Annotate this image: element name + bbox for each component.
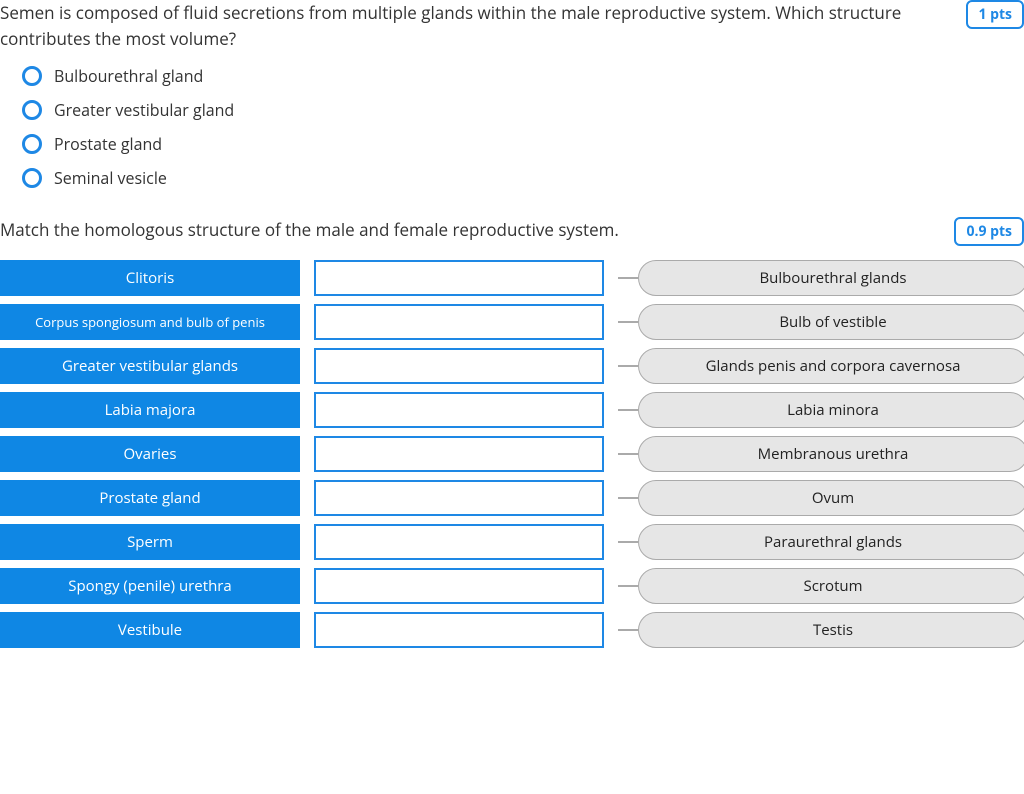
option-label: Prostate gland: [54, 133, 162, 155]
match-drop-target[interactable]: [314, 524, 604, 560]
match-term[interactable]: Labia majora: [0, 392, 300, 428]
match-answer-wrap: Bulbourethral glands: [618, 260, 1024, 296]
match-answer-wrap: Testis: [618, 612, 1024, 648]
match-answer-wrap: Labia minora: [618, 392, 1024, 428]
match-term[interactable]: Spongy (penile) urethra: [0, 568, 300, 604]
connector-line: [618, 453, 638, 455]
option-greater-vestibular[interactable]: Greater vestibular gland: [22, 99, 1024, 121]
q2-points-badge: 0.9 pts: [954, 217, 1024, 246]
connector-line: [618, 541, 638, 543]
match-drop-target[interactable]: [314, 260, 604, 296]
match-drop-target[interactable]: [314, 612, 604, 648]
connector-line: [618, 321, 638, 323]
connector-line: [618, 277, 638, 279]
match-answer[interactable]: Labia minora: [638, 392, 1024, 428]
match-drop-target[interactable]: [314, 348, 604, 384]
match-term[interactable]: Vestibule: [0, 612, 300, 648]
option-bulbourethral[interactable]: Bulbourethral gland: [22, 65, 1024, 87]
match-answer[interactable]: Paraurethral glands: [638, 524, 1024, 560]
match-drop-target[interactable]: [314, 480, 604, 516]
match-grid: Clitoris Bulbourethral glands Corpus spo…: [0, 260, 1024, 648]
match-term[interactable]: Ovaries: [0, 436, 300, 472]
match-answer[interactable]: Ovum: [638, 480, 1024, 516]
question-2: Match the homologous structure of the ma…: [0, 217, 1024, 648]
match-answer-wrap: Membranous urethra: [618, 436, 1024, 472]
option-label: Greater vestibular gland: [54, 99, 234, 121]
q1-points-badge: 1 pts: [966, 0, 1024, 29]
match-answer[interactable]: Testis: [638, 612, 1024, 648]
option-prostate[interactable]: Prostate gland: [22, 133, 1024, 155]
match-answer[interactable]: Scrotum: [638, 568, 1024, 604]
match-drop-target[interactable]: [314, 568, 604, 604]
radio-icon: [22, 66, 42, 86]
match-drop-target[interactable]: [314, 304, 604, 340]
match-drop-target[interactable]: [314, 392, 604, 428]
connector-line: [618, 497, 638, 499]
option-seminal-vesicle[interactable]: Seminal vesicle: [22, 167, 1024, 189]
match-answer-wrap: Glands penis and corpora cavernosa: [618, 348, 1024, 384]
match-term[interactable]: Sperm: [0, 524, 300, 560]
radio-icon: [22, 168, 42, 188]
match-term[interactable]: Clitoris: [0, 260, 300, 296]
radio-icon: [22, 134, 42, 154]
match-answer-wrap: Ovum: [618, 480, 1024, 516]
q2-text: Match the homologous structure of the ma…: [0, 217, 938, 243]
match-answer[interactable]: Membranous urethra: [638, 436, 1024, 472]
match-answer-wrap: Scrotum: [618, 568, 1024, 604]
question-1: Semen is composed of fluid secretions fr…: [0, 0, 1024, 189]
match-term[interactable]: Prostate gland: [0, 480, 300, 516]
q1-header: Semen is composed of fluid secretions fr…: [0, 0, 1024, 51]
connector-line: [618, 365, 638, 367]
radio-icon: [22, 100, 42, 120]
option-label: Bulbourethral gland: [54, 65, 203, 87]
match-term[interactable]: Corpus spongiosum and bulb of penis: [0, 304, 300, 340]
q2-header: Match the homologous structure of the ma…: [0, 217, 1024, 246]
match-term[interactable]: Greater vestibular glands: [0, 348, 300, 384]
connector-line: [618, 585, 638, 587]
match-answer[interactable]: Bulbourethral glands: [638, 260, 1024, 296]
q1-options: Bulbourethral gland Greater vestibular g…: [0, 65, 1024, 189]
match-answer-wrap: Paraurethral glands: [618, 524, 1024, 560]
connector-line: [618, 409, 638, 411]
match-answer[interactable]: Bulb of vestible: [638, 304, 1024, 340]
q1-text: Semen is composed of fluid secretions fr…: [0, 0, 950, 51]
connector-line: [618, 629, 638, 631]
match-answer[interactable]: Glands penis and corpora cavernosa: [638, 348, 1024, 384]
match-drop-target[interactable]: [314, 436, 604, 472]
match-answer-wrap: Bulb of vestible: [618, 304, 1024, 340]
option-label: Seminal vesicle: [54, 167, 167, 189]
